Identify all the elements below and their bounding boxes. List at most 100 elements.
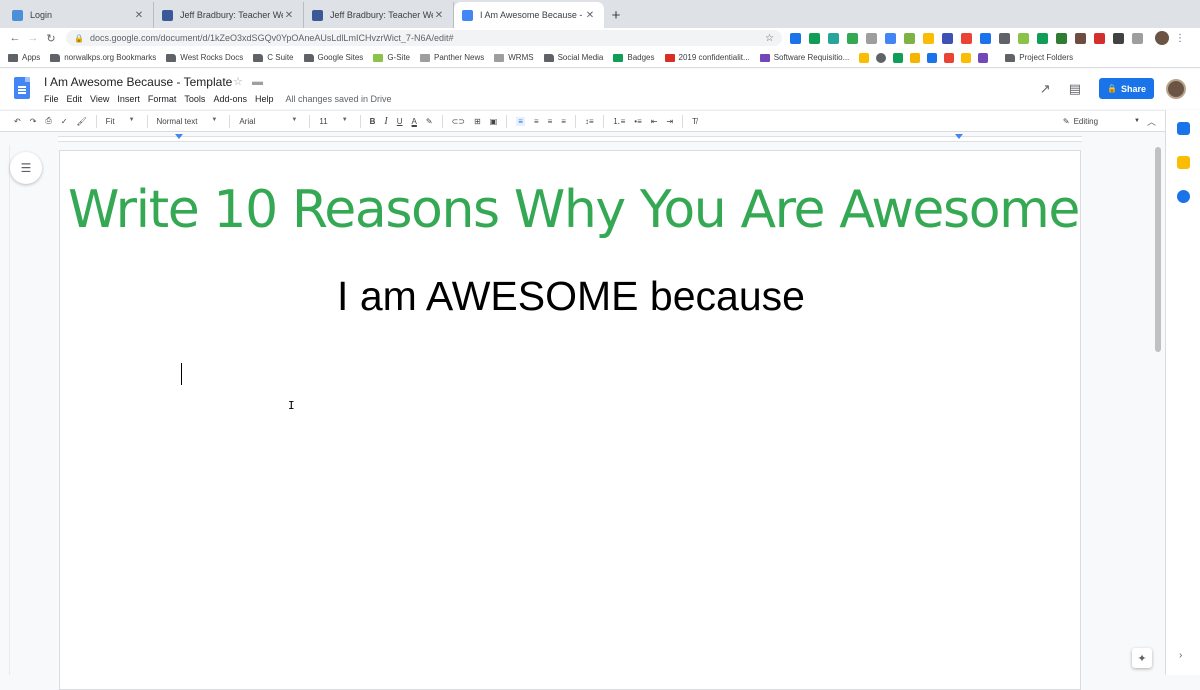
menu-view[interactable]: View: [90, 94, 109, 104]
text-color-button[interactable]: A: [412, 117, 417, 126]
justify-icon[interactable]: ≡: [561, 117, 566, 126]
share-button[interactable]: 🔒 Share: [1099, 78, 1154, 99]
menu-tools[interactable]: Tools: [184, 94, 205, 104]
editing-mode-select[interactable]: ✎ Editing ▼: [1063, 117, 1140, 126]
youtube-icon[interactable]: [944, 52, 955, 63]
slides-icon[interactable]: [910, 52, 921, 63]
forms-icon[interactable]: [978, 52, 989, 63]
decrease-indent-icon[interactable]: ⇤: [651, 117, 658, 126]
extension-icon[interactable]: [980, 32, 991, 44]
menu-file[interactable]: File: [44, 94, 59, 104]
bookmark-folder[interactable]: Google Sites: [303, 53, 363, 62]
extension-icon[interactable]: [828, 32, 839, 44]
font-size-select[interactable]: 11 ▼: [319, 117, 347, 126]
style-select[interactable]: Normal text ▼: [157, 117, 218, 126]
zoom-select[interactable]: Fit ▼: [106, 117, 135, 126]
bulleted-list-icon[interactable]: •≡: [634, 117, 641, 126]
line-spacing-icon[interactable]: ↕≡: [585, 117, 594, 126]
back-arrow-icon[interactable]: ←: [6, 32, 24, 44]
bookmark-folder[interactable]: West Rocks Docs: [166, 53, 243, 62]
keep-icon[interactable]: [961, 52, 972, 63]
bookmark-link[interactable]: WRMS: [494, 53, 534, 62]
clear-formatting-icon[interactable]: T̸: [692, 117, 697, 126]
chrome-icon[interactable]: [876, 52, 887, 63]
numbered-list-icon[interactable]: ⒈≡: [613, 116, 626, 127]
vertical-ruler[interactable]: [0, 145, 10, 675]
extension-icon[interactable]: [904, 32, 915, 44]
browser-tab-awesome-doc[interactable]: I Am Awesome Because - Templ ✕: [454, 2, 604, 28]
keep-icon[interactable]: [1177, 156, 1190, 169]
document-title[interactable]: I Am Awesome Because - Template: [44, 75, 232, 89]
bookmark-star-icon[interactable]: ☆: [765, 33, 774, 44]
menu-edit[interactable]: Edit: [67, 94, 83, 104]
star-icon[interactable]: ☆: [233, 76, 243, 88]
align-center-icon[interactable]: ≡: [534, 117, 539, 126]
menu-help[interactable]: Help: [255, 94, 274, 104]
bold-button[interactable]: B: [370, 117, 376, 126]
redo-icon[interactable]: ↷: [30, 117, 37, 126]
calendar-icon[interactable]: [1177, 122, 1190, 135]
browser-profile-avatar[interactable]: [1155, 31, 1169, 45]
close-tab-icon[interactable]: ✕: [133, 10, 145, 21]
new-tab-button[interactable]: +: [604, 2, 628, 28]
extension-icon[interactable]: [847, 32, 858, 44]
extension-icon[interactable]: [1037, 32, 1048, 44]
extension-icon[interactable]: [1018, 32, 1029, 44]
comments-icon[interactable]: ▤: [1069, 81, 1081, 97]
bookmark-apps[interactable]: Apps: [8, 53, 40, 62]
extension-icon[interactable]: [1056, 32, 1067, 44]
add-comment-icon[interactable]: ⊞: [474, 117, 481, 126]
right-indent-marker[interactable]: [955, 134, 963, 139]
align-right-icon[interactable]: ≡: [548, 117, 553, 126]
print-icon[interactable]: ⎙: [45, 116, 51, 126]
vertical-scrollbar[interactable]: [1152, 145, 1164, 675]
extension-icon[interactable]: [866, 32, 877, 44]
extension-icon[interactable]: [885, 32, 896, 44]
collapse-menus-icon[interactable]: ︿: [1147, 115, 1156, 128]
document-heading[interactable]: Write 10 Reasons Why You Are Awesome: [68, 180, 1088, 240]
highlight-icon[interactable]: ✎: [426, 117, 433, 126]
extension-icon[interactable]: [1113, 32, 1124, 44]
calendar-icon[interactable]: [927, 52, 938, 63]
extension-icon[interactable]: [923, 32, 934, 44]
document-page[interactable]: Write 10 Reasons Why You Are Awesome I a…: [59, 150, 1081, 690]
tasks-icon[interactable]: [1177, 190, 1190, 203]
left-indent-marker[interactable]: [175, 134, 183, 139]
link-icon[interactable]: ⊂⊃: [452, 117, 465, 126]
bookmark-link[interactable]: G-Site: [373, 53, 410, 62]
extension-icon[interactable]: [1132, 32, 1143, 44]
expand-panel-icon[interactable]: ›: [1179, 650, 1182, 661]
bookmark-link[interactable]: Software Requisitio...: [759, 53, 849, 62]
bookmark-folder[interactable]: Social Media: [543, 53, 603, 62]
menu-addons[interactable]: Add-ons: [213, 94, 247, 104]
extension-icon[interactable]: [999, 32, 1010, 44]
document-subheading[interactable]: I am AWESOME because: [60, 273, 1082, 320]
activity-trend-icon[interactable]: ↗: [1040, 81, 1051, 97]
extension-icon[interactable]: [1075, 32, 1086, 44]
browser-tab-teacher-website-2[interactable]: Jeff Bradbury: Teacher Website ✕: [304, 2, 454, 28]
bookmark-link[interactable]: Panther News: [419, 53, 484, 62]
menu-format[interactable]: Format: [148, 94, 177, 104]
sheets-icon[interactable]: [893, 52, 904, 63]
address-bar[interactable]: 🔒 docs.google.com/document/d/1kZeO3xdSGQ…: [66, 30, 782, 46]
align-left-icon[interactable]: ≡: [516, 116, 525, 126]
browser-tab-login[interactable]: Login ✕: [4, 2, 154, 28]
extension-icon[interactable]: [1094, 32, 1105, 44]
extension-icon[interactable]: [942, 32, 953, 44]
drive-icon[interactable]: [859, 52, 870, 63]
extension-icon[interactable]: [790, 32, 801, 44]
increase-indent-icon[interactable]: ⇥: [666, 117, 673, 126]
bookmark-folder[interactable]: norwalkps.org Bookmarks: [50, 53, 156, 62]
bookmark-link[interactable]: 2019 confidentialit...: [664, 53, 750, 62]
insert-image-icon[interactable]: ▣: [490, 117, 498, 126]
bookmark-link[interactable]: Badges: [613, 53, 655, 62]
save-status[interactable]: All changes saved in Drive: [285, 94, 391, 104]
font-select[interactable]: Arial ▼: [239, 117, 297, 126]
extension-icon[interactable]: [961, 32, 972, 44]
browser-menu-icon[interactable]: ⋮: [1175, 33, 1185, 44]
document-outline-button[interactable]: ☰: [10, 152, 42, 184]
explore-button[interactable]: ✦: [1132, 648, 1152, 668]
underline-button[interactable]: U: [397, 117, 403, 126]
bookmark-folder[interactable]: Project Folders: [1005, 53, 1073, 62]
forward-arrow-icon[interactable]: →: [24, 32, 42, 44]
